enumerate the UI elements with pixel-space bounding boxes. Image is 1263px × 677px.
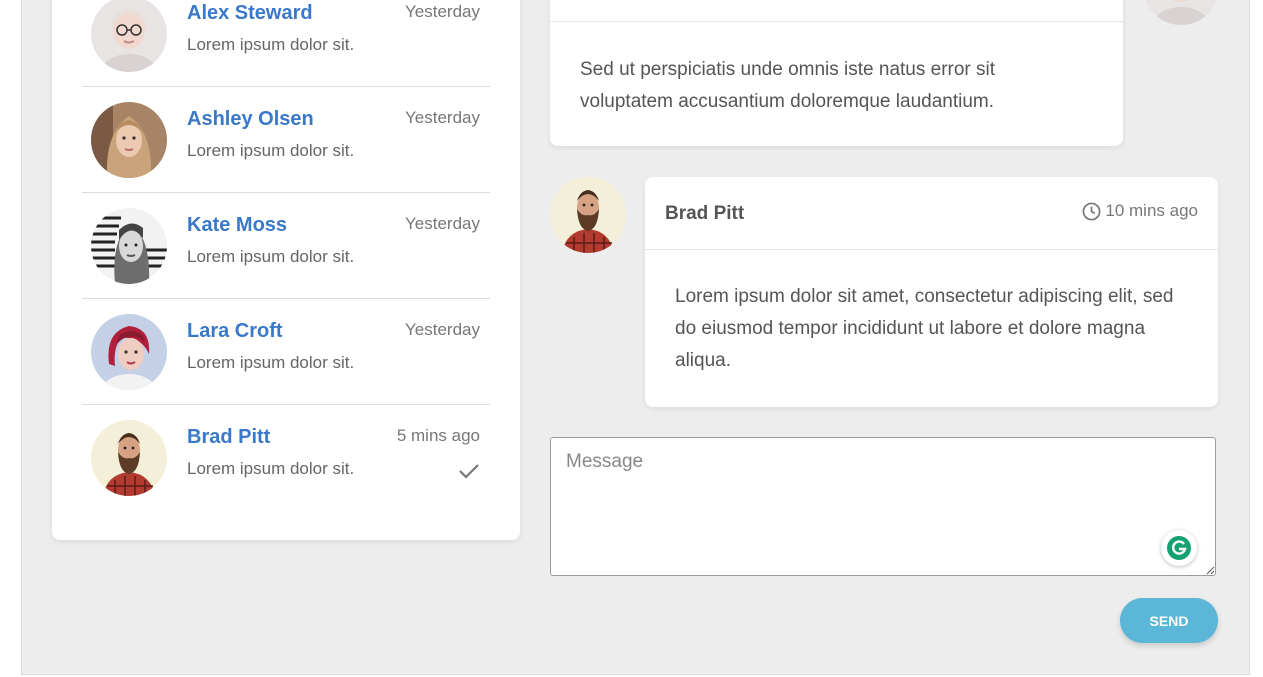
contact-item-lara-croft[interactable]: Lara Croft Lorem ipsum dolor sit. Yester… [82, 299, 490, 405]
contact-preview: Lorem ipsum dolor sit. [187, 141, 355, 160]
grammarly-icon [1167, 536, 1191, 560]
contact-item-kate-moss[interactable]: Kate Moss Lorem ipsum dolor sit. Yesterd… [82, 193, 490, 299]
contact-name: Lara Croft [187, 320, 283, 342]
avatar-woman-blonde-icon [91, 102, 167, 178]
message-header-divider [550, 21, 1123, 22]
contact-time: Yesterday [405, 2, 480, 21]
message-card: Brad Pitt 10 mins ago Lorem ipsum dolor … [645, 177, 1218, 407]
contact-time: 5 mins ago [396, 426, 480, 445]
avatar [91, 314, 167, 390]
contact-item-ashley-olsen[interactable]: Ashley Olsen Lorem ipsum dolor sit. Yest… [82, 87, 490, 193]
avatar-man-beard-icon [550, 177, 626, 253]
contact-item-brad-pitt[interactable]: Brad Pitt Lorem ipsum dolor sit. 5 mins … [82, 405, 490, 511]
resize-grip-icon[interactable] [1205, 565, 1215, 575]
contact-preview: Lorem ipsum dolor sit. [187, 353, 355, 372]
message-text: Lorem ipsum dolor sit amet, consectetur … [675, 286, 1174, 371]
send-button[interactable]: SEND [1120, 598, 1218, 643]
message-input[interactable] [550, 437, 1216, 576]
avatar [91, 0, 167, 72]
message-time: 10 mins ago [1082, 201, 1198, 221]
contact-name: Alex Steward [187, 2, 313, 24]
message-header-divider [645, 249, 1218, 250]
check-icon [459, 464, 479, 479]
avatar-woman-bw-icon [91, 208, 167, 284]
contact-preview: Lorem ipsum dolor sit. [187, 247, 355, 266]
avatar [550, 177, 626, 253]
avatar-man-beard-icon [91, 420, 167, 496]
grammarly-button[interactable] [1161, 530, 1197, 566]
avatar [91, 102, 167, 178]
message-time-label: 10 mins ago [1105, 201, 1198, 220]
message-card: Sed ut perspiciatis unde omnis iste natu… [550, 0, 1123, 146]
avatar [91, 420, 167, 496]
message-text: Sed ut perspiciatis unde omnis iste natu… [580, 59, 996, 112]
contact-time: Yesterday [405, 108, 480, 127]
contact-preview: Lorem ipsum dolor sit. [187, 35, 355, 54]
contact-name: Brad Pitt [187, 426, 271, 448]
contact-time: Yesterday [405, 214, 480, 233]
contact-name: Ashley Olsen [187, 108, 314, 130]
avatar-woman-glasses-icon [91, 0, 167, 72]
contact-item-alex-steward[interactable]: Alex Steward Lorem ipsum dolor sit. Yest… [82, 0, 490, 87]
avatar-woman-redhair-icon [91, 314, 167, 390]
contact-name: Kate Moss [187, 214, 288, 236]
avatar [91, 208, 167, 284]
contact-preview: Lorem ipsum dolor sit. [187, 459, 355, 478]
clock-icon [1082, 202, 1101, 220]
message-author: Brad Pitt [665, 203, 745, 224]
contact-time: Yesterday [405, 320, 480, 339]
